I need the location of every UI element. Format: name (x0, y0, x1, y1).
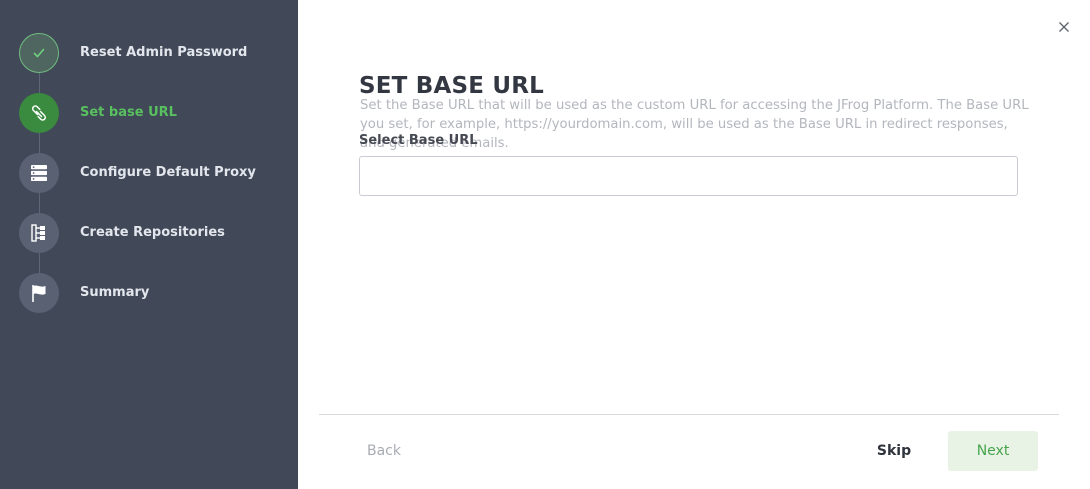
repository-tree-icon (31, 224, 45, 242)
step-label: Create Repositories (80, 225, 225, 240)
next-button[interactable]: Next (948, 431, 1038, 471)
base-url-input[interactable] (359, 156, 1018, 196)
setup-wizard: Reset Admin Password Set base URL Config… (0, 0, 1090, 489)
step-reset-admin-password[interactable]: Reset Admin Password (0, 33, 298, 93)
step-active-indicator (19, 93, 59, 133)
check-icon (33, 48, 45, 58)
step-pending-indicator (19, 153, 59, 193)
server-icon (31, 165, 47, 181)
back-button[interactable]: Back (352, 432, 416, 470)
step-pending-indicator (19, 213, 59, 253)
link-icon (32, 105, 46, 121)
skip-button[interactable]: Skip (862, 432, 926, 470)
step-label: Set base URL (80, 105, 177, 120)
step-label: Reset Admin Password (80, 45, 248, 60)
close-button[interactable] (1055, 18, 1073, 36)
step-label: Summary (80, 285, 150, 300)
close-icon (1059, 22, 1069, 32)
step-completed-indicator (19, 33, 59, 73)
step-set-base-url[interactable]: Set base URL (0, 93, 298, 153)
step-create-repositories[interactable]: Create Repositories (0, 213, 298, 273)
flag-icon (32, 285, 46, 302)
step-label: Configure Default Proxy (80, 165, 256, 180)
wizard-sidebar: Reset Admin Password Set base URL Config… (0, 0, 298, 489)
step-summary[interactable]: Summary (0, 273, 298, 333)
step-pending-indicator (19, 273, 59, 313)
base-url-label: Select Base URL (359, 133, 478, 148)
footer-divider (319, 414, 1059, 415)
step-configure-default-proxy[interactable]: Configure Default Proxy (0, 153, 298, 213)
